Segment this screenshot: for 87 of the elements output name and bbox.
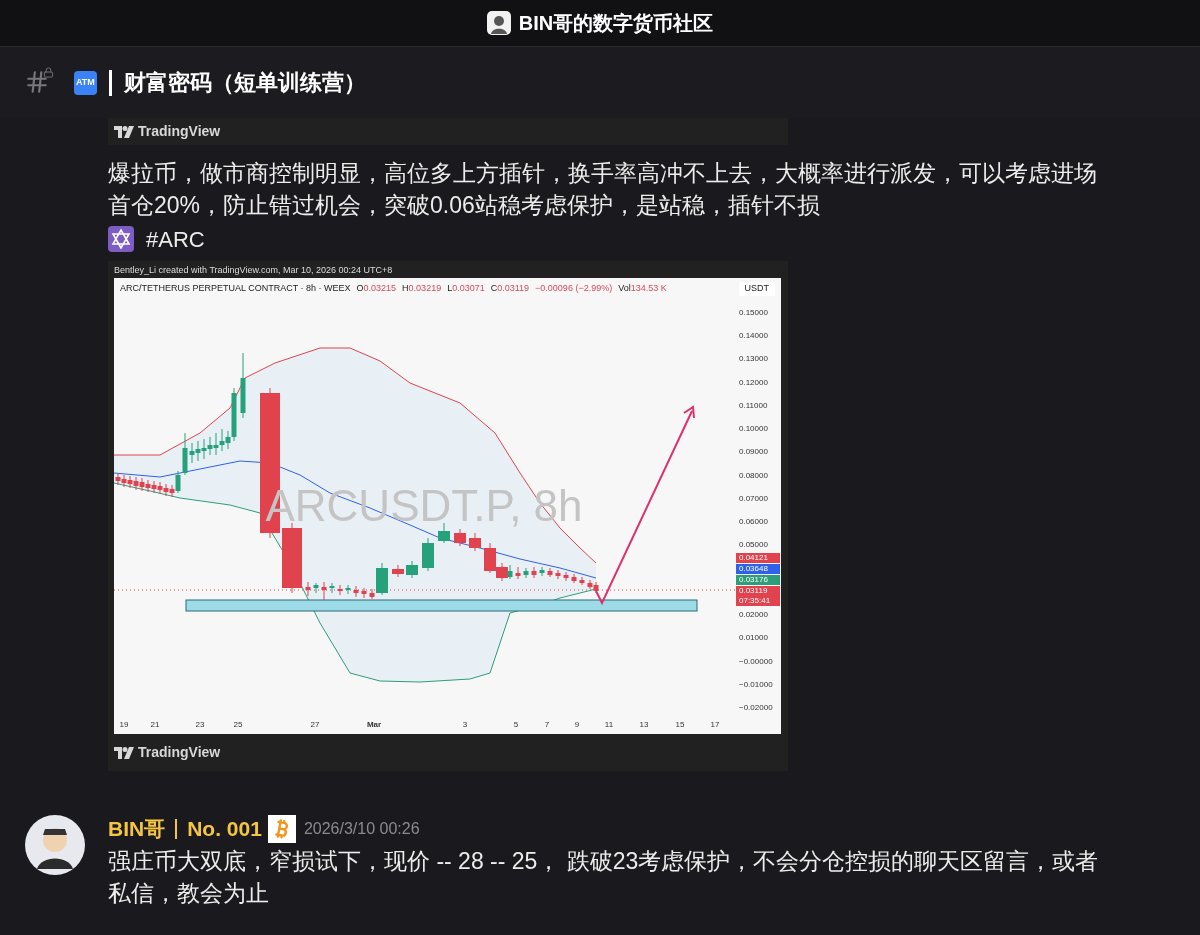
- ohlc-label: L: [447, 282, 453, 296]
- date-tick: 3: [462, 719, 468, 731]
- ohlc-label: C: [490, 282, 498, 296]
- date-tick: 19: [119, 719, 129, 731]
- chart-credit: Bentley_Li created with TradingView.com, Mar 10, 2026 00:24 UTC+8: [114, 264, 394, 277]
- candle: [422, 537, 434, 572]
- date-tick: 7: [544, 719, 550, 731]
- candle: [361, 587, 367, 599]
- candle: [240, 352, 246, 419]
- message-text: 爆拉币，做市商控制明显，高位多上方插针，换手率高冲不上去，大概率进行派发，可以考虑进场首仓20%，防止错过机会，突破0.06站稳考虑保护，是站稳，插针不损: [108, 159, 1098, 220]
- date-tick: 9: [574, 719, 580, 731]
- candle: [313, 582, 319, 594]
- price-tick: 0.12000: [738, 377, 768, 388]
- price-label: 0.03119 07:35:41: [736, 586, 780, 606]
- bitcoin-icon: [267, 815, 296, 843]
- candle: [337, 584, 343, 596]
- author-name: BIN哥: [108, 816, 166, 843]
- avatar: [25, 815, 85, 875]
- volume-value: 134.53 K: [630, 282, 667, 296]
- candle: [469, 532, 481, 552]
- candle: [539, 566, 545, 577]
- candle: [563, 571, 569, 582]
- price-tick: 0.08000: [738, 470, 768, 481]
- avatar-icon: [486, 11, 511, 35]
- price-tick: 0.11000: [738, 400, 768, 411]
- date-tick: 21: [150, 719, 160, 731]
- price-tick: 0.15000: [738, 308, 768, 318]
- chart-symbol: ARC/TETHERUS PERPETUAL CONTRACT · 8h · WEEX: [120, 282, 351, 296]
- price-tick: 0.01000: [738, 633, 768, 644]
- price-tick: 0.09000: [738, 447, 768, 458]
- price-tick: −0.02000: [738, 703, 773, 713]
- price-tick: 0.06000: [738, 517, 768, 528]
- candle: [329, 582, 335, 594]
- price-tick: 0.02000: [738, 610, 768, 621]
- tradingview-logo-icon: [114, 125, 134, 138]
- community-title: BIN哥的数字货币社区: [518, 11, 714, 36]
- price-tick: 0.14000: [738, 331, 768, 342]
- message-text: 强庄币大双底，窄损试下，现价 -- 28 -- 25， 跌破23考虑保护，不会分仓控损的聊天区留言，或者私信，教会为止: [108, 847, 1100, 908]
- candle: [579, 576, 585, 586]
- tradingview-logo-icon: [114, 746, 134, 759]
- date-tick: 23: [195, 719, 205, 731]
- date-tick: 15: [675, 719, 685, 731]
- candle: [305, 581, 311, 597]
- ohlc-value: 0.03219: [408, 282, 442, 296]
- candle: [555, 569, 561, 580]
- ohlc-value: 0.03215: [363, 282, 397, 296]
- date-tick: 5: [513, 719, 519, 731]
- ohlc-label: O: [356, 282, 364, 296]
- channel-name: 财富密码（短单训练营）: [123, 69, 366, 97]
- candle: [353, 585, 359, 598]
- date-tick: 27: [310, 719, 320, 731]
- price-tick: −0.01000: [738, 679, 773, 690]
- candle: [531, 566, 537, 579]
- price-label: 0.04121: [736, 553, 780, 563]
- candle: [515, 566, 521, 580]
- date-tick: 11: [604, 719, 614, 731]
- candle: [523, 567, 529, 579]
- date-tick: 25: [233, 719, 243, 731]
- candle: [392, 564, 404, 578]
- price-label: 0.03176: [736, 575, 780, 585]
- price-change: −0.00096 (−2.99%): [535, 282, 613, 296]
- price-label: 0.03648: [736, 564, 780, 574]
- price-tick: −0.00000: [738, 656, 773, 667]
- tradingview-brand: TradingView: [138, 122, 221, 141]
- date-tick: Mar: [366, 719, 382, 731]
- candle: [454, 528, 466, 547]
- date-tick: 17: [710, 719, 720, 731]
- hashtag: #ARC: [146, 225, 205, 254]
- author-rank: No. 001: [187, 816, 262, 843]
- price-tick: 0.13000: [738, 354, 768, 365]
- price-tick: 0.10000: [738, 424, 768, 435]
- candle: [345, 584, 351, 595]
- currency-label: USDT: [738, 282, 775, 296]
- ohlc-value: 0.03119: [497, 282, 530, 296]
- date-tick: 13: [639, 719, 649, 731]
- candle: [571, 573, 577, 584]
- ohlc-label: H: [402, 282, 409, 296]
- price-tick: 0.05000: [738, 540, 768, 551]
- atm-icon: ATM: [74, 70, 97, 95]
- price-tick: 0.07000: [738, 493, 768, 504]
- ohlc-value: 0.03071: [452, 282, 485, 296]
- candle: [406, 560, 418, 579]
- volume-label: Vol: [618, 282, 631, 296]
- tradingview-brand: TradingView: [138, 743, 221, 762]
- star-of-david-icon: [108, 226, 134, 252]
- message-time: 2026/3/10 00:26: [303, 819, 420, 839]
- candle: [547, 567, 553, 578]
